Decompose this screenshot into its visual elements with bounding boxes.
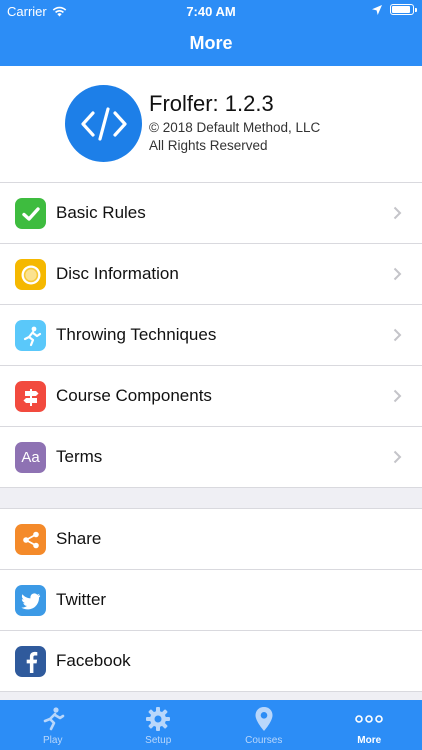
menu-item-facebook[interactable]: Facebook — [0, 631, 422, 692]
chevron-right-icon — [393, 267, 402, 281]
page-title: More — [189, 33, 233, 53]
checkmark-icon — [15, 198, 46, 229]
signpost-icon — [15, 381, 46, 412]
menu-item-terms[interactable]: Aa Terms — [0, 427, 422, 488]
menu-item-twitter[interactable]: Twitter — [0, 570, 422, 631]
menu-item-course-components[interactable]: Course Components — [0, 366, 422, 427]
tab-bar: Play Setup Courses More — [0, 700, 422, 750]
chevron-right-icon — [393, 389, 402, 403]
glossary-glyph: Aa — [21, 449, 40, 466]
menu-item-throwing-techniques[interactable]: Throwing Techniques — [0, 305, 422, 366]
tab-courses[interactable]: Courses — [211, 700, 317, 750]
navigation-header: Carrier 7:40 AM More — [0, 0, 422, 66]
disc-icon — [15, 259, 46, 290]
menu-item-basic-rules[interactable]: Basic Rules — [0, 183, 422, 244]
social-menu: Share Twitter Facebook — [0, 509, 422, 692]
menu-item-disc-information[interactable]: Disc Information — [0, 244, 422, 305]
menu-item-label: Share — [56, 529, 102, 548]
tab-setup[interactable]: Setup — [106, 700, 212, 750]
tab-play[interactable]: Play — [0, 700, 106, 750]
battery-level — [392, 6, 410, 13]
chevron-right-icon — [393, 206, 402, 220]
more-dots-icon — [355, 706, 384, 732]
tab-label: Play — [43, 735, 63, 746]
rights-text: All Rights Reserved — [149, 138, 268, 153]
chevron-right-icon — [393, 450, 402, 464]
location-arrow-icon — [372, 4, 382, 15]
section-separator — [0, 488, 422, 509]
battery-icon — [390, 4, 417, 15]
tab-label: Setup — [145, 735, 172, 746]
status-right — [372, 4, 417, 15]
menu-item-label: Terms — [56, 447, 103, 466]
app-name-version: Frolfer: 1.2.3 — [149, 91, 274, 116]
facebook-icon — [15, 646, 46, 677]
app-logo — [65, 85, 142, 162]
code-brackets-icon — [80, 106, 127, 141]
menu-item-label: Facebook — [56, 651, 131, 670]
menu-item-label: Basic Rules — [56, 203, 146, 222]
glossary-icon: Aa — [15, 442, 46, 473]
tab-label: More — [357, 735, 382, 746]
menu-item-label: Disc Information — [56, 264, 179, 283]
gear-icon — [145, 706, 171, 732]
share-icon — [15, 524, 46, 555]
info-menu: Basic Rules Disc Information Throwing Te… — [0, 183, 422, 488]
menu-item-label: Throwing Techniques — [56, 325, 217, 344]
runner-icon — [40, 706, 66, 732]
location-pin-icon — [254, 706, 274, 732]
app-info-card: Frolfer: 1.2.3 © 2018 Default Method, LL… — [0, 66, 422, 183]
twitter-icon — [15, 585, 46, 616]
status-bar: Carrier 7:40 AM — [0, 0, 422, 22]
chevron-right-icon — [393, 328, 402, 342]
menu-item-label: Twitter — [56, 590, 107, 609]
menu-item-share[interactable]: Share — [0, 509, 422, 570]
copyright-text: © 2018 Default Method, LLC — [149, 120, 321, 135]
tab-label: Courses — [245, 735, 283, 746]
thrower-icon — [15, 320, 46, 351]
clock: 7:40 AM — [186, 4, 236, 19]
menu-item-label: Course Components — [56, 386, 212, 405]
tab-more[interactable]: More — [317, 700, 422, 750]
